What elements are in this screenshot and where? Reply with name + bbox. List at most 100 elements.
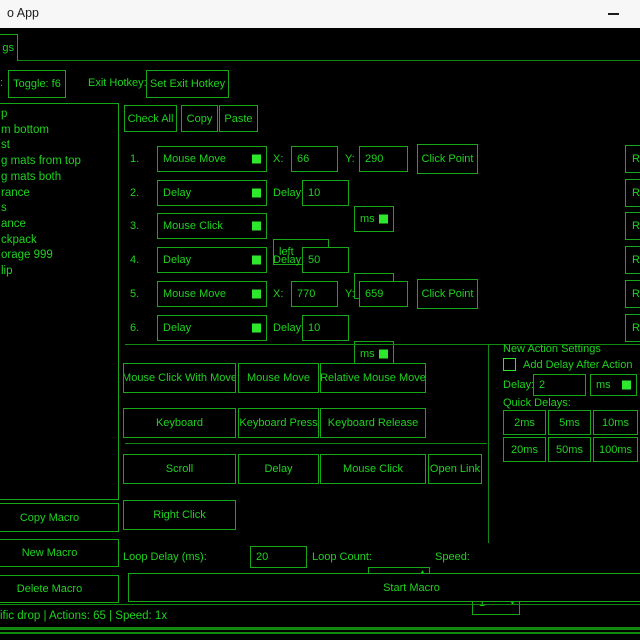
quick-delay-50ms-button[interactable]: 50ms	[548, 437, 591, 462]
delay-button[interactable]: Delay	[238, 454, 319, 484]
tab-label: gs	[2, 42, 14, 54]
y-input[interactable]: 659	[359, 281, 408, 307]
action-type-dropdown[interactable]: Mouse Move	[157, 146, 267, 172]
dropdown-arrow-icon	[252, 155, 261, 164]
quick-delay-2ms-button[interactable]: 2ms	[503, 410, 546, 435]
y-label: Y:	[345, 146, 355, 172]
mouse-click-with-move-button[interactable]: Mouse Click With Move	[123, 363, 236, 393]
remove-button[interactable]: R	[625, 145, 640, 173]
y-label: Y:	[345, 281, 355, 307]
copy-button[interactable]: Copy	[181, 105, 218, 132]
dropdown-arrow-icon	[252, 189, 261, 198]
mouse-click-button[interactable]: Mouse Click	[320, 454, 426, 484]
macro-list-item[interactable]: m bottom	[1, 123, 118, 139]
action-row: 4. Delay Delay: 50 ms R	[0, 247, 640, 273]
buttons-panel-divider	[125, 443, 487, 444]
status-bar-text: ific drop | Actions: 65 | Speed: 1x	[0, 610, 167, 622]
keyboard-button[interactable]: Keyboard	[123, 408, 236, 438]
action-row: 1. Mouse Move X: 66 Y: 290 Click Point R	[0, 146, 640, 172]
action-type-dropdown[interactable]: Delay	[157, 315, 267, 341]
action-type-value: Delay	[163, 187, 191, 199]
toggle-hotkey-label: :	[0, 77, 3, 89]
delay-label: Delay:	[273, 247, 304, 273]
toggle-hotkey-button[interactable]: Toggle: f6	[8, 70, 66, 98]
quick-delay-10ms-button[interactable]: 10ms	[593, 410, 638, 435]
quick-delay-20ms-button[interactable]: 20ms	[503, 437, 546, 462]
action-type-value: Delay	[163, 254, 191, 266]
nas-delay-unit-value: ms	[596, 379, 611, 391]
y-input[interactable]: 290	[359, 146, 408, 172]
relative-mouse-move-button[interactable]: Relative Mouse Move	[320, 363, 426, 393]
remove-button[interactable]: R	[625, 179, 640, 207]
tab-settings[interactable]: gs	[0, 34, 18, 61]
open-link-button[interactable]: Open Link	[428, 454, 482, 484]
status-bar-border	[0, 604, 640, 605]
delay-input[interactable]: 10	[302, 315, 349, 341]
add-delay-checkbox-label: Add Delay After Action	[523, 359, 632, 371]
nas-delay-input[interactable]: 2	[533, 374, 586, 396]
new-macro-button[interactable]: New Macro	[0, 539, 119, 567]
remove-button[interactable]: R	[625, 280, 640, 308]
check-all-button[interactable]: Check All	[124, 105, 177, 132]
nas-delay-unit-dropdown[interactable]: ms	[590, 374, 637, 396]
add-delay-checkbox[interactable]	[503, 358, 516, 371]
loop-count-label: Loop Count:	[312, 551, 372, 563]
action-number: 6.	[130, 315, 139, 341]
remove-button[interactable]: R	[625, 246, 640, 274]
mouse-move-button[interactable]: Mouse Move	[238, 363, 319, 393]
scroll-button[interactable]: Scroll	[123, 454, 236, 484]
copy-macro-button[interactable]: Copy Macro	[0, 503, 119, 532]
action-number: 3.	[130, 213, 139, 239]
tab-strip-border	[0, 60, 640, 61]
dropdown-arrow-icon	[379, 350, 388, 359]
dropdown-arrow-icon	[622, 381, 631, 390]
action-number: 1.	[130, 146, 139, 172]
loop-delay-input[interactable]: 20	[250, 546, 307, 568]
paste-button[interactable]: Paste	[219, 105, 258, 132]
keyboard-release-button[interactable]: Keyboard Release	[320, 408, 426, 438]
start-macro-button[interactable]: Start Macro	[128, 573, 640, 602]
action-row: 6. Delay Delay: 10 ms R	[0, 315, 640, 341]
exit-hotkey-label: Exit Hotkey:	[88, 77, 147, 89]
click-point-button[interactable]: Click Point	[417, 144, 478, 174]
right-click-button[interactable]: Right Click	[123, 500, 236, 530]
quick-delay-100ms-button[interactable]: 100ms	[593, 437, 638, 462]
action-type-value: Delay	[163, 322, 191, 334]
delete-macro-button[interactable]: Delete Macro	[0, 575, 119, 603]
minimize-icon	[608, 13, 619, 15]
action-number: 5.	[130, 281, 139, 307]
new-action-settings-title: New Action Settings	[503, 343, 601, 355]
x-input[interactable]: 770	[291, 281, 338, 307]
dropdown-arrow-icon	[252, 324, 261, 333]
window-bottom-edge	[0, 632, 640, 634]
remove-button[interactable]: R	[625, 212, 640, 240]
action-type-dropdown[interactable]: Delay	[157, 180, 267, 206]
action-type-dropdown[interactable]: Delay	[157, 247, 267, 273]
x-label: X:	[273, 146, 283, 172]
action-type-dropdown[interactable]: Mouse Click	[157, 213, 267, 239]
remove-button[interactable]: R	[625, 314, 640, 342]
click-point-button[interactable]: Click Point	[417, 279, 478, 309]
action-number: 4.	[130, 247, 139, 273]
delay-input[interactable]: 10	[302, 180, 349, 206]
speed-label: Speed:	[435, 551, 470, 563]
x-input[interactable]: 66	[291, 146, 338, 172]
minimize-button[interactable]	[596, 0, 630, 28]
window-title: o App	[7, 6, 39, 20]
nas-delay-label: Delay:	[503, 379, 534, 391]
keyboard-press-button[interactable]: Keyboard Press	[238, 408, 319, 438]
dropdown-arrow-icon	[252, 256, 261, 265]
set-exit-hotkey-button[interactable]: Set Exit Hotkey	[146, 70, 229, 98]
macro-list-item[interactable]: p	[1, 107, 118, 123]
settings-panel-divider	[488, 345, 489, 543]
action-number: 2.	[130, 180, 139, 206]
title-bar: o App	[0, 0, 640, 28]
delay-input[interactable]: 50	[302, 247, 349, 273]
dropdown-arrow-icon	[252, 222, 261, 231]
window-bottom-border	[0, 627, 640, 630]
action-type-dropdown[interactable]: Mouse Move	[157, 281, 267, 307]
action-row: 3. Mouse Click left R	[0, 213, 640, 239]
x-label: X:	[273, 281, 283, 307]
quick-delay-5ms-button[interactable]: 5ms	[548, 410, 591, 435]
action-row: 5. Mouse Move X: 770 Y: 659 Click Point …	[0, 281, 640, 307]
